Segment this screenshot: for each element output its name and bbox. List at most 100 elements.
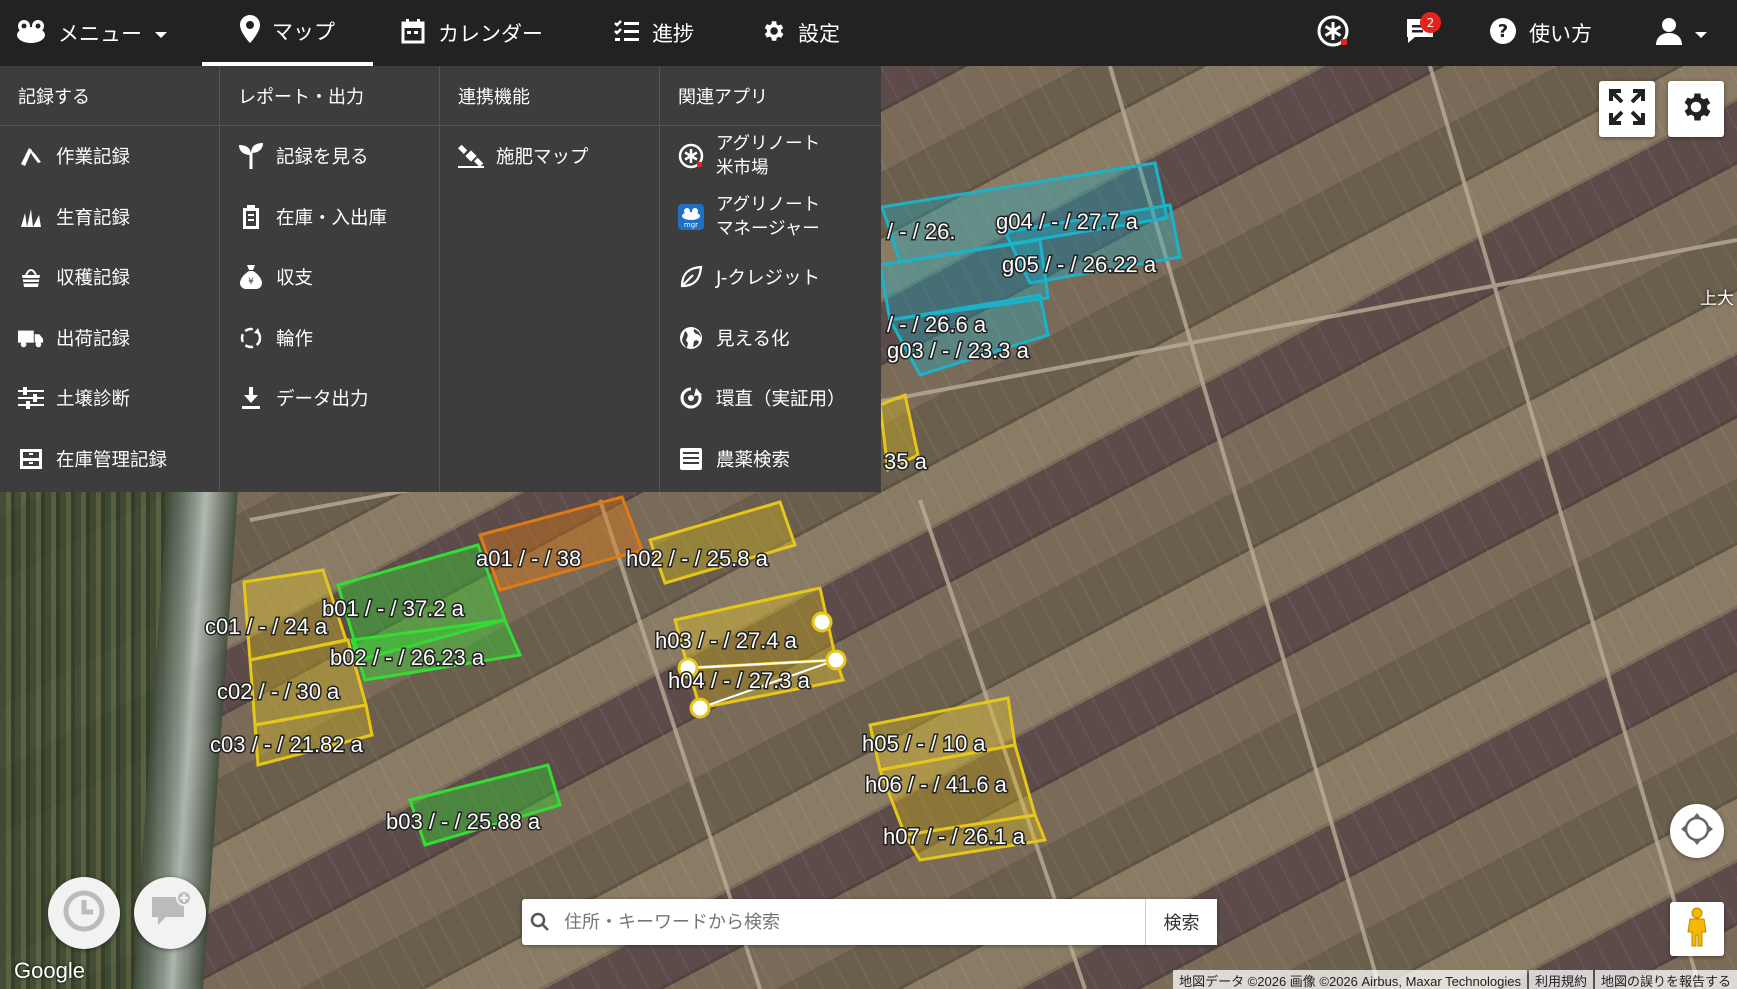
notification-badge: 2 [1420,12,1441,33]
field-label-c02: c02 / - / 30 a [217,679,340,704]
field-label-b03: b03 / - / 25.88 a [386,809,541,834]
field-label-b01: b01 / - / 37.2 a [322,596,465,621]
field-label-h04: h04 / - / 27.3 a [668,668,811,693]
menu-item-soil-diagnosis[interactable]: 土壌診断 [0,368,219,429]
report-error-link[interactable]: 地図の誤りを報告する [1594,970,1737,989]
field-label-h07: h07 / - / 26.1 a [883,824,1026,849]
comment-plus-icon [148,889,192,937]
agrinote-rice-icon [678,143,704,169]
menu-item-j-credit[interactable]: J-クレジット [660,247,881,308]
sliders-icon [18,385,44,411]
question-circle-icon: ? [1489,17,1517,50]
vertex-handle[interactable] [689,697,711,719]
menu-column-related-apps: 関連アプリ アグリノート 米市場 mgr アグリノート マネージャー J-クレジ… [660,66,881,492]
search-button[interactable]: 検索 [1145,899,1217,945]
menu-item-visualization[interactable]: 見える化 [660,308,881,369]
google-logo: Google [14,958,85,983]
tab-calendar[interactable]: カレンダー [400,0,543,66]
tab-progress[interactable]: 進捗 [614,0,694,66]
agrinote-manager-icon: mgr [678,203,704,230]
field-label-c03: c03 / - / 21.82 a [210,732,364,757]
satellite-icon [458,143,484,169]
menu-item-label: 収支 [276,268,314,290]
menu-item-view-records[interactable]: 記録を見る [220,126,439,187]
move-arrows-icon [1680,812,1714,850]
notifications-button[interactable] [1405,0,1435,66]
place-label: 上大 [1700,289,1734,309]
leaf-icon [678,264,704,290]
globe-icon [678,325,704,351]
checklist-icon [614,19,640,48]
tab-progress-label: 進捗 [652,22,694,46]
tab-map[interactable]: マップ [202,0,373,66]
menu-item-inventory-record[interactable]: 在庫管理記録 [0,429,219,490]
menu-label: メニュー [58,22,142,46]
search-bar: 検索 [522,899,1217,945]
menu-column-heading: 連携機能 [440,66,659,126]
search-input[interactable] [558,899,1145,945]
menu-column-integration: 連携機能 施肥マップ [440,66,660,492]
fullscreen-button[interactable] [1599,81,1655,137]
menu-item-label: アグリノート 米市場 [716,132,820,180]
harvest-basket-icon [18,264,44,290]
field-a01[interactable] [478,495,644,592]
field-label-h06: h06 / - / 41.6 a [865,772,1008,797]
menu-item-pesticide-search[interactable]: 農薬検索 [660,429,881,490]
field-label-g-partial-1: l / - / 26. [876,219,955,244]
field-label-a01: a01 / - / 38 [476,546,581,571]
expand-icon [1609,89,1645,129]
menu-item-label: 記録を見る [276,147,369,169]
field-label-g-partial-2: / - / 26.6 a [887,312,987,337]
field-label-g03: g03 / - / 23.3 a [887,338,1030,363]
menu-item-harvest-record[interactable]: 収穫記録 [0,247,219,308]
pegman-icon [1684,907,1710,951]
menu-item-balance[interactable]: ¥ 収支 [220,247,439,308]
menu-item-rotation[interactable]: 輪作 [220,308,439,369]
help-label: 使い方 [1529,22,1592,46]
menu-item-label: 在庫管理記録 [56,449,168,471]
tab-settings[interactable]: 設定 [760,0,840,66]
menu-item-fertilizer-map[interactable]: 施肥マップ [440,126,659,187]
agrinote-brand-button[interactable] [1316,0,1350,66]
menu-item-kanchoku[interactable]: 環直（実証用） [660,368,881,429]
user-menu-button[interactable] [1656,0,1708,66]
work-record-icon [18,143,44,169]
svg-text:¥: ¥ [248,277,254,287]
download-icon [238,385,264,411]
field-label-h05: h05 / - / 10 a [862,731,986,756]
add-comment-button[interactable] [134,877,206,949]
mega-menu: 記録する 作業記録 生育記録 収穫記録 出荷記録 土壌診断 在庫管理記録 レポー… [0,66,881,492]
field-label-b02: b02 / - / 26.23 a [330,645,485,670]
menu-item-growth-record[interactable]: 生育記録 [0,187,219,248]
gear-icon [1678,89,1714,129]
menu-item-stock[interactable]: 在庫・入出庫 [220,187,439,248]
vertex-handle[interactable] [811,611,833,633]
clipboard-icon [238,204,264,230]
terms-link[interactable]: 利用規約 [1528,970,1593,989]
map-settings-button[interactable] [1668,81,1724,137]
menu-column-record: 記録する 作業記録 生育記録 収穫記録 出荷記録 土壌診断 在庫管理記録 [0,66,220,492]
menu-item-data-export[interactable]: データ出力 [220,368,439,429]
menu-column-heading: レポート・出力 [220,66,439,126]
growth-icon [18,204,44,230]
frog-logo-icon [16,19,46,48]
menu-button[interactable]: メニュー [16,0,168,66]
menu-item-work-record[interactable]: 作業記録 [0,126,219,187]
menu-item-shipping-record[interactable]: 出荷記録 [0,308,219,369]
tab-settings-label: 設定 [798,22,840,46]
pesticide-search-icon [678,446,704,472]
help-button[interactable]: ? 使い方 [1489,0,1592,66]
menu-item-agrinote-manager[interactable]: mgr アグリノート マネージャー [660,187,881,248]
street-view-pegman-button[interactable] [1670,902,1724,956]
field-label-h03: h03 / - / 27.4 a [655,628,798,653]
field-label-g05: g05 / - / 26.22 a [1002,252,1157,277]
recenter-button[interactable] [1670,804,1724,858]
caret-down-icon [1694,21,1708,45]
vertex-handle[interactable] [825,649,847,671]
money-bag-icon: ¥ [238,264,264,290]
top-navigation: メニュー マップ カレンダー 進捗 設定 ? 使い方 [0,0,1737,66]
menu-item-agrinote-rice-market[interactable]: アグリノート 米市場 [660,126,881,187]
history-button[interactable] [48,877,120,949]
menu-item-label: 生育記録 [56,207,131,229]
user-icon [1656,17,1682,50]
